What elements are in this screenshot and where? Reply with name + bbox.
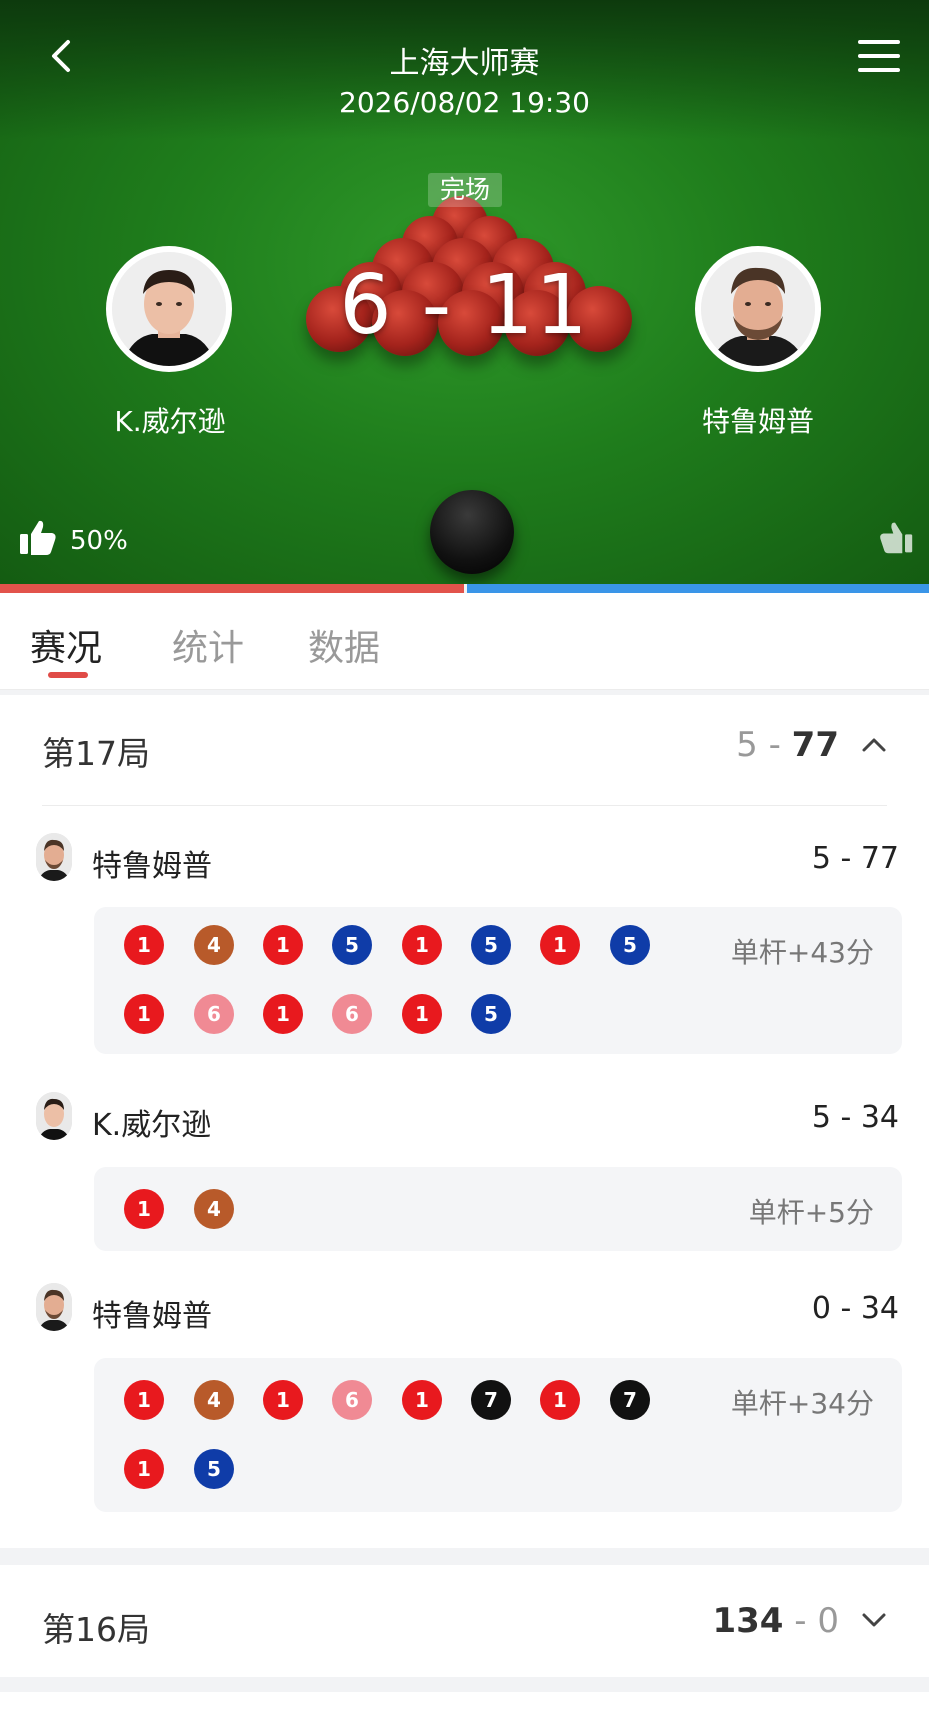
ball-red: 1 (124, 925, 164, 965)
break-row: K.威尔逊 5 - 34 (36, 1092, 899, 1152)
vote-ratio-bar (0, 584, 929, 593)
break-row: 特鲁姆普 0 - 34 (36, 1283, 899, 1343)
frame-header[interactable]: 第17局 5 - 77 (42, 695, 887, 795)
ball-red: 1 (124, 1189, 164, 1229)
active-tab-indicator (48, 672, 88, 678)
match-title: 上海大师赛 (389, 46, 540, 81)
ball-brown: 4 (194, 1189, 234, 1229)
ball-red: 1 (124, 1449, 164, 1489)
vote-bar-left (0, 584, 464, 593)
break-score: 0 - 34 (811, 1291, 899, 1326)
ball-black: 7 (471, 1380, 511, 1420)
ball-blue: 5 (471, 994, 511, 1034)
tab-bar: 赛况 统计 数据 (0, 593, 929, 690)
frame-card: 第17局 5 - 77 特鲁姆普 5 - 77 单杆+43分 1 4 1 5 1… (0, 695, 929, 1548)
thumbs-up-icon[interactable] (18, 518, 58, 558)
match-header: 上海大师赛 2026/08/02 19:30 完场 6 - 11 K.威尔逊 特… (0, 0, 929, 584)
status-badge: 完场 (428, 173, 502, 207)
ball-red: 1 (540, 1380, 580, 1420)
frame-header[interactable]: 第16局 134 - 0 (42, 1571, 887, 1671)
frame-title: 第17局 (42, 734, 150, 773)
ball-red: 1 (263, 994, 303, 1034)
break-player-name: 特鲁姆普 (92, 849, 212, 884)
balls-potted: 单杆+43分 1 4 1 5 1 5 1 5 1 6 1 6 1 5 (94, 907, 902, 1054)
match-datetime: 2026/08/02 19:30 (339, 86, 590, 119)
next-frame-card (0, 1692, 929, 1712)
frame-card: 第16局 134 - 0 (0, 1565, 929, 1677)
player-left-avatar[interactable] (106, 246, 232, 372)
balls-potted: 单杆+34分 1 4 1 6 1 7 1 7 1 5 (94, 1358, 902, 1512)
avatar (36, 1283, 72, 1331)
break-points: 单杆+5分 (748, 1196, 874, 1229)
person-photo-icon (112, 252, 226, 366)
ball-red: 1 (124, 1380, 164, 1420)
break-row: 特鲁姆普 5 - 77 (36, 833, 899, 893)
player-left-name[interactable]: K.威尔逊 (50, 400, 290, 440)
ball-pink: 6 (332, 994, 372, 1034)
ball-red: 1 (402, 1380, 442, 1420)
ball-black: 7 (610, 1380, 650, 1420)
ball-brown: 4 (194, 925, 234, 965)
thumbs-up-icon[interactable] (878, 520, 914, 556)
ball-brown: 4 (194, 1380, 234, 1420)
break-score: 5 - 34 (811, 1100, 899, 1135)
avatar (36, 833, 72, 881)
ball-red: 1 (124, 994, 164, 1034)
tab-stats[interactable]: 统计 (172, 619, 244, 671)
chevron-down-icon[interactable] (861, 1611, 887, 1629)
break-player-name: 特鲁姆普 (92, 1299, 212, 1334)
person-photo-icon (701, 252, 815, 366)
ball-pink: 6 (332, 1380, 372, 1420)
tab-data[interactable]: 数据 (308, 619, 380, 671)
ball-blue: 5 (610, 925, 650, 965)
frame-title: 第16局 (42, 1610, 150, 1649)
ball-blue: 5 (332, 925, 372, 965)
ball-red: 1 (263, 925, 303, 965)
player-right-avatar[interactable] (695, 246, 821, 372)
break-points: 单杆+34分 (730, 1387, 874, 1420)
vote-bar-right (467, 584, 929, 593)
break-score: 5 - 77 (811, 841, 899, 876)
tab-live[interactable]: 赛况 (30, 619, 102, 671)
balls-potted: 单杆+5分 1 4 (94, 1167, 902, 1251)
frame-score: 134 - 0 (712, 1601, 839, 1641)
player-right-name[interactable]: 特鲁姆普 (638, 400, 878, 440)
ball-red: 1 (540, 925, 580, 965)
ball-pink: 6 (194, 994, 234, 1034)
break-points: 单杆+43分 (730, 936, 874, 969)
ball-red: 1 (263, 1380, 303, 1420)
chevron-up-icon[interactable] (861, 735, 887, 753)
like-percentage: 50% (70, 526, 128, 556)
ball-red: 1 (402, 925, 442, 965)
avatar (36, 1092, 72, 1140)
frame-score: 5 - 77 (736, 725, 839, 765)
ball-blue: 5 (471, 925, 511, 965)
ball-red: 1 (402, 994, 442, 1034)
ball-blue: 5 (194, 1449, 234, 1489)
break-player-name: K.威尔逊 (92, 1108, 212, 1143)
